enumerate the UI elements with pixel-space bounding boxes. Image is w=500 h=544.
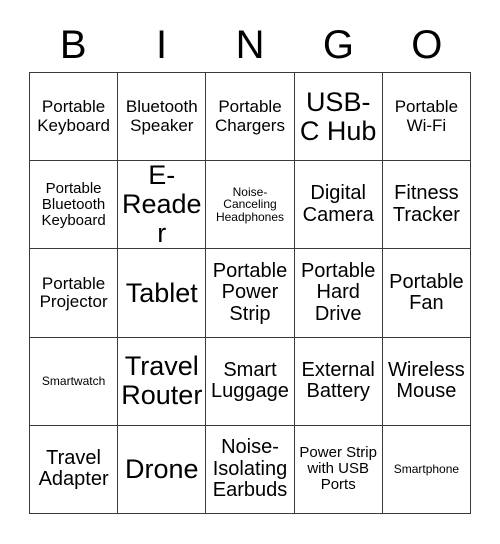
bingo-cell-label: Tablet [125,277,198,308]
bingo-cell[interactable]: Travel Router [118,337,207,426]
bingo-header-letter-g: G [322,23,354,67]
bingo-cell[interactable]: Portable Fan [382,249,471,338]
bingo-cell[interactable]: Portable Power Strip [206,249,295,338]
bingo-cell-label: Smartwatch [41,373,106,388]
bingo-cell[interactable]: Digital Camera [294,161,383,250]
bingo-cell-label: Noise-Isolating Earbuds [212,436,288,502]
bingo-cell-label: Travel Adapter [38,447,109,491]
bingo-cell[interactable]: Portable Chargers [206,73,295,162]
bingo-cell-label: Wireless Mouse [388,358,465,403]
bingo-cell[interactable]: Tablet [118,249,207,338]
bingo-cell[interactable]: Fitness Tracker [382,161,471,250]
bingo-cell[interactable]: Portable Hard Drive [294,249,383,338]
bingo-cell-label: Smartphone [393,461,460,476]
bingo-cell[interactable]: Portable Keyboard [30,73,119,162]
bingo-cell-label: Travel Router [121,351,203,411]
bingo-cell-label: Portable Hard Drive [300,259,376,325]
bingo-cell-label: Noise-Canceling Headphones [215,184,285,225]
bingo-cell[interactable]: Smartwatch [30,337,119,426]
bingo-cell[interactable]: Smartphone [382,425,471,514]
bingo-cell[interactable]: External Battery [294,337,383,426]
bingo-cell-label: USB-C Hub [299,86,377,146]
bingo-cell-label: Portable Bluetooth Keyboard [41,179,106,229]
bingo-cell[interactable]: Noise-Isolating Earbuds [206,425,295,514]
bingo-card: B I N G O Portable Keyboard Bluetooth Sp… [0,0,500,544]
bingo-cell-label: Portable Keyboard [37,97,110,135]
bingo-cell[interactable]: Drone [118,425,207,514]
bingo-header-letter-b: B [59,23,87,67]
bingo-cell[interactable]: E-Reader [118,161,207,250]
bingo-cell[interactable]: Bluetooth Speaker [118,73,207,162]
bingo-cell-label: Portable Power Strip [212,259,288,325]
bingo-cell-label: E-Reader [122,161,202,249]
bingo-cell-label: Bluetooth Speaker [125,97,198,135]
bingo-cell[interactable]: USB-C Hub [294,73,383,162]
bingo-cell-label: Portable Wi-Fi [394,97,459,135]
bingo-header-row: B I N G O [29,18,471,72]
bingo-cell-label: Portable Chargers [215,97,285,135]
bingo-cell[interactable]: Portable Bluetooth Keyboard [30,161,119,250]
bingo-cell-label: External Battery [301,358,375,403]
bingo-cell-label: Smart Luggage [211,358,289,403]
bingo-cell-label: Fitness Tracker [392,182,460,226]
bingo-header-letter-o: O [411,23,443,67]
bingo-cell-label: Portable Fan [389,270,464,314]
bingo-cell[interactable]: Noise-Canceling Headphones [206,161,295,250]
bingo-cell-label: Drone [125,453,199,484]
bingo-cell[interactable]: Portable Wi-Fi [382,73,471,162]
bingo-cell[interactable]: Smart Luggage [206,337,295,426]
bingo-grid: Portable Keyboard Bluetooth Speaker Port… [29,72,471,514]
bingo-cell-label: Digital Camera [302,182,374,226]
bingo-cell[interactable]: Travel Adapter [30,425,119,514]
bingo-cell[interactable]: Power Strip with USB Ports [294,425,383,514]
bingo-cell-label: Portable Projector [39,273,108,311]
bingo-cell[interactable]: Wireless Mouse [382,337,471,426]
bingo-header-letter-i: I [156,23,168,67]
bingo-cell[interactable]: Portable Projector [30,249,119,338]
bingo-header-letter-n: N [235,23,265,67]
bingo-cell-label: Power Strip with USB Ports [299,444,377,494]
